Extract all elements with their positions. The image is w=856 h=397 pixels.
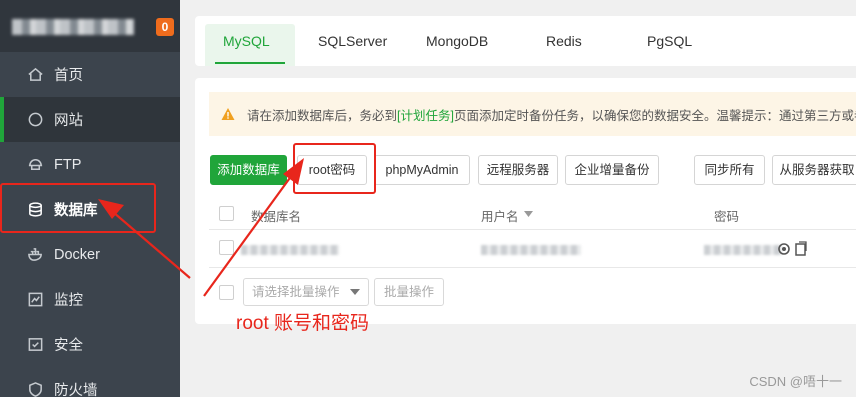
tab-mysql[interactable]: MySQL — [223, 16, 270, 66]
globe-icon — [26, 111, 44, 129]
annotation-box-root-password — [293, 143, 376, 194]
table-row — [209, 230, 856, 268]
tab-mongodb[interactable]: MongoDB — [426, 16, 488, 66]
database-name-blurred — [241, 245, 339, 255]
sidebar-item-label: FTP — [54, 156, 82, 173]
batch-select-placeholder: 请选择批量操作 — [252, 285, 340, 299]
batch-operation-button[interactable]: 批量操作 — [374, 278, 444, 306]
sidebar-item-label: Docker — [54, 246, 100, 263]
sidebar-item-security[interactable]: 安全 — [0, 322, 180, 367]
sidebar-item-label: 网站 — [54, 113, 83, 129]
watermark: CSDN @唔十一 — [749, 374, 842, 389]
tab-redis[interactable]: Redis — [546, 16, 582, 66]
sidebar-item-label: 防火墙 — [54, 383, 98, 397]
tab-pgsql[interactable]: PgSQL — [647, 16, 692, 66]
docker-icon — [26, 246, 44, 264]
copy-icon[interactable] — [795, 241, 807, 256]
password-masked — [704, 245, 782, 255]
tab-sqlserver[interactable]: SQLServer — [318, 16, 387, 66]
sidebar-header: 0 — [0, 0, 180, 52]
db-type-tabs: MySQL SQLServer MongoDB Redis PgSQL — [195, 16, 856, 66]
batch-operation-select[interactable]: 请选择批量操作 — [243, 278, 369, 306]
sort-icon[interactable] — [524, 211, 533, 217]
column-header-dbname[interactable]: 数据库名 — [251, 206, 301, 225]
username-blurred — [481, 245, 581, 255]
firewall-icon — [26, 381, 44, 397]
chevron-down-icon — [350, 289, 360, 295]
sync-all-button[interactable]: 同步所有 — [694, 155, 765, 185]
server-name-blurred — [12, 19, 134, 35]
batch-select-checkbox[interactable] — [219, 285, 234, 300]
ftp-icon — [26, 156, 44, 174]
warning-icon — [221, 108, 235, 120]
notification-badge[interactable]: 0 — [156, 18, 174, 36]
annotation-text: root 账号和密码 — [236, 313, 370, 334]
column-header-password: 密码 — [714, 210, 740, 224]
sidebar-item-docker[interactable]: Docker — [0, 232, 180, 277]
sidebar-item-website[interactable]: 网站 — [0, 97, 180, 142]
row-checkbox[interactable] — [219, 240, 234, 255]
add-database-button[interactable]: 添加数据库 — [210, 155, 287, 185]
shield-icon — [26, 336, 44, 354]
sidebar-item-label: 监控 — [54, 293, 83, 309]
sidebar-item-firewall[interactable]: 防火墙 — [0, 367, 180, 397]
column-header-username[interactable]: 用户名 — [481, 206, 519, 225]
monitor-icon — [26, 291, 44, 309]
sidebar-item-label: 首页 — [54, 68, 83, 84]
annotation-box-database — [0, 183, 156, 233]
sidebar-item-monitor[interactable]: 监控 — [0, 277, 180, 322]
cron-task-link[interactable]: [计划任务] — [397, 105, 454, 124]
database-panel: 请在添加数据库后，务必到 [计划任务] 页面添加定时备份任务，以确保您的数据安全。温… — [195, 78, 856, 324]
fetch-from-server-button[interactable]: 从服务器获取 — [772, 155, 856, 185]
remote-server-button[interactable]: 远程服务器 — [478, 155, 558, 185]
table-header: 数据库名 用户名 密码 — [209, 198, 856, 230]
sidebar-item-label: 安全 — [54, 338, 83, 354]
select-all-checkbox[interactable] — [219, 206, 234, 221]
notice-text-before: 请在添加数据库后，务必到 — [247, 108, 398, 123]
home-icon — [26, 66, 44, 84]
sidebar-item-ftp[interactable]: FTP — [0, 142, 180, 187]
phpmyadmin-button[interactable]: phpMyAdmin — [374, 155, 470, 185]
incremental-backup-button[interactable]: 企业增量备份 — [565, 155, 659, 185]
backup-notice: 请在添加数据库后，务必到 [计划任务] 页面添加定时备份任务，以确保您的数据安全。温… — [209, 92, 856, 136]
notice-text-after: 页面添加定时备份任务，以确保您的数据安全。温馨提示：通过第三方或者My — [453, 108, 856, 123]
tab-active-indicator — [215, 62, 285, 64]
eye-icon[interactable] — [777, 242, 791, 256]
sidebar-item-home[interactable]: 首页 — [0, 52, 180, 97]
